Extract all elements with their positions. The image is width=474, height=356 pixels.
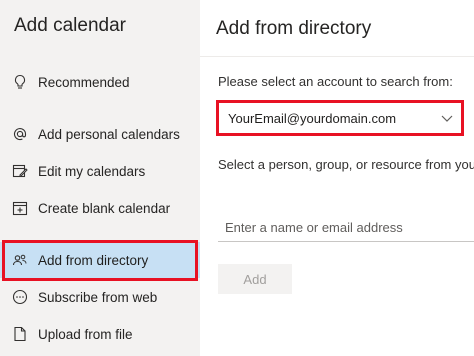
add-button[interactable]: Add [218, 264, 292, 294]
sidebar-title: Add calendar [14, 15, 126, 36]
sidebar-item-label: Add from directory [38, 252, 149, 268]
calendar-add-icon [12, 200, 28, 216]
file-icon [12, 326, 28, 342]
directory-search-input[interactable] [218, 214, 474, 242]
divider [200, 56, 474, 57]
account-select-value: YourEmail@yourdomain.com [228, 110, 397, 126]
sidebar-item-create-blank-calendar[interactable]: Create blank calendar [0, 190, 200, 226]
edit-calendar-icon [12, 163, 28, 179]
people-icon [12, 252, 28, 268]
sidebar-item-label: Upload from file [38, 326, 133, 342]
chevron-down-icon [440, 111, 454, 125]
sidebar-item-upload-from-file[interactable]: Upload from file [0, 316, 200, 352]
globe-icon [12, 289, 28, 305]
sidebar: Add calendar Recommended Add personal ca… [0, 0, 200, 356]
sidebar-item-edit-my-calendars[interactable]: Edit my calendars [0, 153, 200, 189]
sidebar-item-label: Create blank calendar [38, 200, 171, 216]
select-description: Select a person, group, or resource from… [218, 157, 474, 172]
account-select[interactable]: YourEmail@yourdomain.com [220, 104, 460, 132]
sidebar-item-recommended[interactable]: Recommended [0, 64, 200, 100]
sidebar-item-label: Edit my calendars [38, 163, 146, 179]
sidebar-item-subscribe-from-web[interactable]: Subscribe from web [0, 279, 200, 315]
at-sign-icon [12, 126, 28, 142]
lightbulb-icon [12, 74, 28, 90]
sidebar-item-add-personal-calendars[interactable]: Add personal calendars [0, 116, 200, 152]
sidebar-item-add-from-directory[interactable]: Add from directory [0, 242, 200, 278]
page-title: Add from directory [216, 18, 372, 39]
sidebar-item-label: Recommended [38, 74, 130, 90]
sidebar-item-label: Subscribe from web [38, 289, 158, 305]
account-prompt-label: Please select an account to search from: [218, 74, 453, 89]
sidebar-item-label: Add personal calendars [38, 126, 180, 142]
